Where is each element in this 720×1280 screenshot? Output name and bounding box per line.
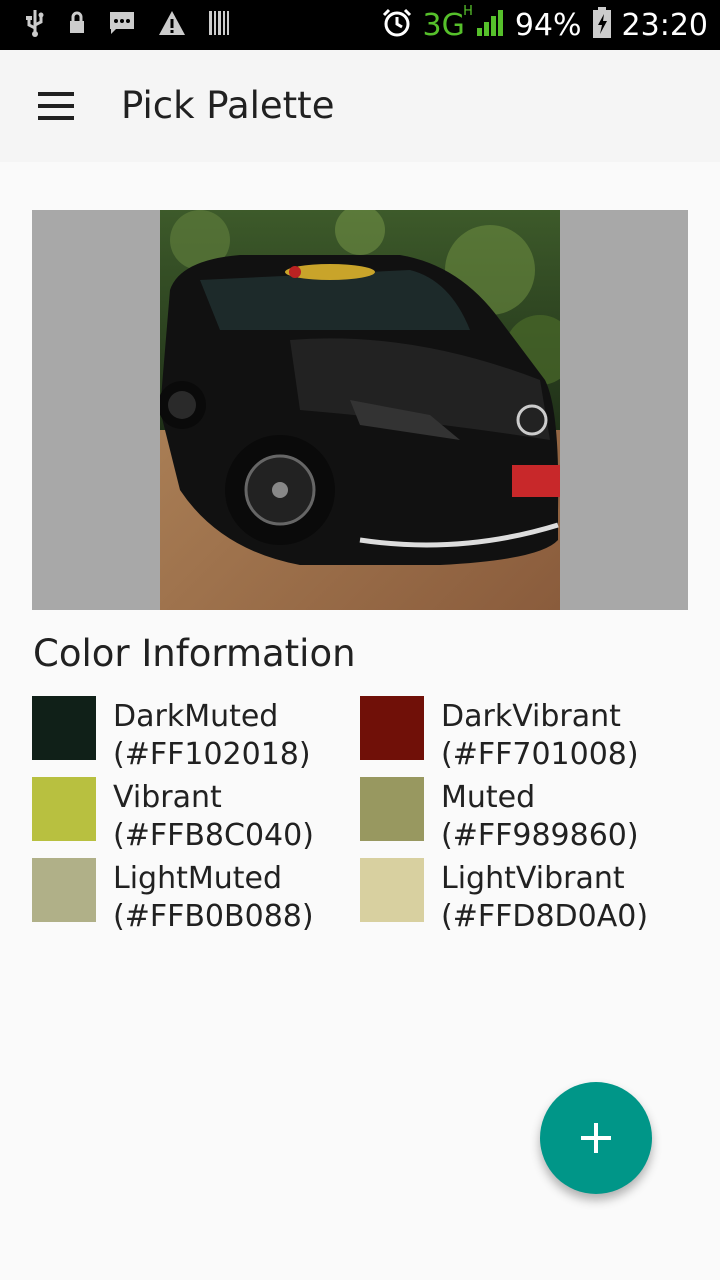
message-icon [108, 10, 136, 40]
swatch-label: DarkMuted (#FF102018) [113, 698, 311, 774]
swatch-lightvibrant: LightVibrant (#FFD8D0A0) [360, 858, 648, 936]
swatch-name: LightMuted [113, 861, 283, 896]
swatch-name: LightVibrant [441, 861, 625, 896]
swatch-hex: (#FFB0B088) [113, 899, 314, 934]
signal-icon [475, 8, 505, 42]
color-information-heading: Color Information [33, 632, 356, 675]
status-bar-left [24, 0, 230, 50]
swatch-label: Muted (#FF989860) [441, 779, 639, 855]
page-title: Pick Palette [121, 84, 335, 127]
lock-icon [68, 11, 86, 39]
swatch-hex: (#FFB8C040) [113, 818, 314, 853]
swatch-label: LightMuted (#FFB0B088) [113, 860, 314, 936]
color-swatch [32, 858, 96, 922]
alarm-icon [381, 7, 413, 43]
swatch-hex: (#FFD8D0A0) [441, 899, 649, 934]
status-bar-right: 3G H 94% 23:20 [381, 0, 708, 50]
usb-icon [24, 9, 46, 41]
color-swatch [360, 696, 424, 760]
swatch-name: DarkVibrant [441, 699, 621, 734]
battery-percent: 94% [514, 7, 582, 43]
hamburger-menu-icon[interactable] [38, 92, 74, 120]
swatch-name: Vibrant [113, 780, 222, 815]
barcode-icon [208, 10, 230, 40]
swatch-label: DarkVibrant (#FF701008) [441, 698, 639, 774]
swatch-muted: Muted (#FF989860) [360, 777, 639, 855]
color-swatch [360, 858, 424, 922]
swatch-vibrant: Vibrant (#FFB8C040) [32, 777, 314, 855]
clock: 23:20 [621, 7, 708, 43]
swatch-label: LightVibrant (#FFD8D0A0) [441, 860, 648, 936]
selected-photo [160, 210, 560, 610]
color-swatch [32, 777, 96, 841]
swatch-lightmuted: LightMuted (#FFB0B088) [32, 858, 314, 936]
swatch-name: Muted [441, 780, 536, 815]
color-swatch [32, 696, 96, 760]
swatch-name: DarkMuted [113, 699, 279, 734]
warning-icon [158, 10, 186, 40]
swatch-hex: (#FF701008) [441, 737, 639, 772]
swatch-label: Vibrant (#FFB8C040) [113, 779, 314, 855]
swatch-darkmuted: DarkMuted (#FF102018) [32, 696, 311, 774]
color-swatch [360, 777, 424, 841]
battery-charging-icon [592, 7, 612, 43]
image-preview-frame[interactable] [32, 210, 688, 610]
app-bar: Pick Palette [0, 50, 720, 162]
swatch-hex: (#FF102018) [113, 737, 311, 772]
swatch-hex: (#FF989860) [441, 818, 639, 853]
swatch-darkvibrant: DarkVibrant (#FF701008) [360, 696, 639, 774]
network-type: 3G H [422, 3, 473, 43]
status-bar: 3G H 94% 23:20 [0, 0, 720, 50]
add-fab-button[interactable] [540, 1082, 652, 1194]
